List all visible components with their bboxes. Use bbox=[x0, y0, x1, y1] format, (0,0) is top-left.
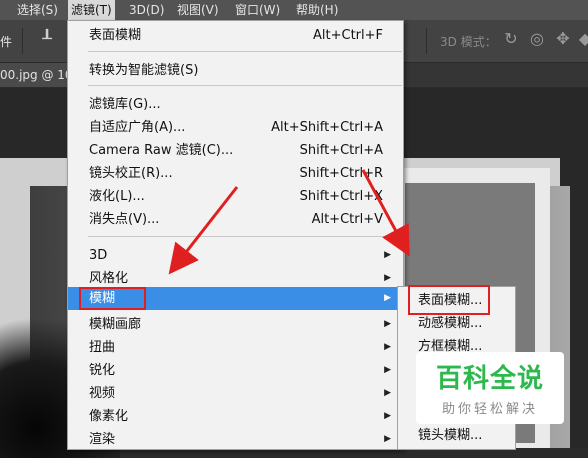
watermark: 百科全说 助你轻松解决 bbox=[416, 352, 564, 424]
arrow-to-blur bbox=[168, 186, 239, 275]
watermark-subtitle: 助你轻松解决 bbox=[441, 402, 538, 417]
watermark-title: 百科全说 bbox=[435, 364, 544, 394]
arrow-to-surface-blur bbox=[361, 169, 410, 257]
